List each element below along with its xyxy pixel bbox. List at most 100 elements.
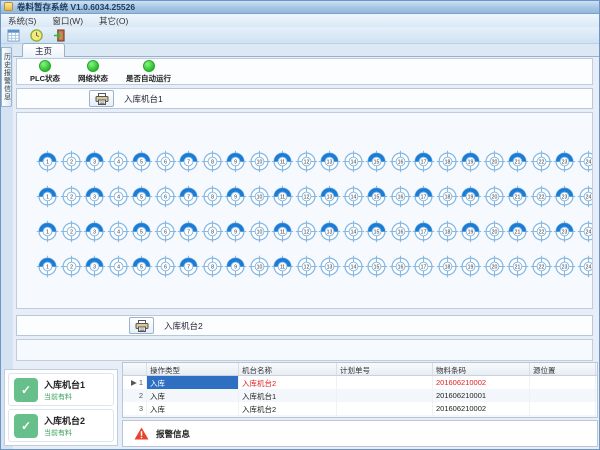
coil-slot-8[interactable]: 8 [201,185,224,208]
coil-slot-5[interactable]: 5 [130,220,153,243]
coil-slot-9[interactable]: 9 [224,150,247,173]
coil-slot-18[interactable]: 18 [436,185,459,208]
coil-slot-9[interactable]: 9 [224,185,247,208]
tab-home[interactable]: 主页 [22,43,65,57]
coil-slot-1[interactable]: 1 [36,220,59,243]
coil-slot-19[interactable]: 19 [459,185,482,208]
coil-slot-15[interactable]: 15 [365,220,388,243]
cell-r2c0[interactable]: 入库 [147,389,239,402]
coil-slot-14[interactable]: 14 [342,255,365,278]
coil-slot-20[interactable]: 20 [483,150,506,173]
coil-slot-13[interactable]: 13 [318,185,341,208]
cell-r1c1[interactable]: 入库机台2 [239,376,337,389]
coil-slot-9[interactable]: 9 [224,220,247,243]
coil-slot-1[interactable]: 1 [36,185,59,208]
coil-slot-21[interactable]: 21 [506,150,529,173]
coil-slot-16[interactable]: 16 [389,255,412,278]
coil-slot-20[interactable]: 20 [483,220,506,243]
coil-slot-15[interactable]: 15 [365,150,388,173]
coil-slot-2[interactable]: 2 [60,185,83,208]
cell-r1c4[interactable] [530,376,596,389]
coil-slot-23[interactable]: 23 [553,150,576,173]
cell-r3c4[interactable] [530,402,596,415]
coil-slot-20[interactable]: 20 [483,185,506,208]
coil-slot-21[interactable]: 21 [506,220,529,243]
coil-slot-7[interactable]: 7 [177,185,200,208]
table-row-4[interactable]: 4 [123,415,597,418]
cell-r4c4[interactable] [530,415,596,418]
coil-slot-24[interactable]: 24 [577,255,594,278]
coil-slot-8[interactable]: 8 [201,255,224,278]
coil-slot-16[interactable]: 16 [389,185,412,208]
coil-slot-7[interactable]: 7 [177,255,200,278]
cell-r4c0[interactable] [147,415,239,418]
coil-slot-23[interactable]: 23 [553,220,576,243]
coil-slot-22[interactable]: 22 [530,220,553,243]
coil-slot-18[interactable]: 18 [436,220,459,243]
coil-slot-24[interactable]: 24 [577,220,594,243]
coil-slot-19[interactable]: 19 [459,150,482,173]
column-header-4[interactable]: 源位置 [530,363,596,375]
coil-slot-6[interactable]: 6 [154,255,177,278]
cell-r3c1[interactable]: 入库机台2 [239,402,337,415]
coil-slot-6[interactable]: 6 [154,150,177,173]
coil-slot-22[interactable]: 22 [530,255,553,278]
column-header-2[interactable]: 计划单号 [337,363,433,375]
coil-slot-2[interactable]: 2 [60,255,83,278]
table-row-2[interactable]: 2入库入库机台1201606210001 [123,389,597,402]
coil-slot-13[interactable]: 13 [318,220,341,243]
coil-slot-10[interactable]: 10 [248,220,271,243]
coil-slot-13[interactable]: 13 [318,255,341,278]
coil-slot-14[interactable]: 14 [342,185,365,208]
coil-slot-14[interactable]: 14 [342,220,365,243]
coil-slot-21[interactable]: 21 [506,185,529,208]
coil-slot-15[interactable]: 15 [365,185,388,208]
cell-r1c3[interactable]: 201606210002 [433,376,530,389]
coil-slot-2[interactable]: 2 [60,220,83,243]
column-header-3[interactable]: 物料条码 [433,363,530,375]
coil-slot-13[interactable]: 13 [318,150,341,173]
coil-slot-8[interactable]: 8 [201,220,224,243]
cell-r1c2[interactable] [337,376,433,389]
coil-slot-17[interactable]: 17 [412,255,435,278]
coil-slot-18[interactable]: 18 [436,255,459,278]
coil-slot-21[interactable]: 21 [506,255,529,278]
coil-slot-12[interactable]: 12 [295,255,318,278]
menu-item-2[interactable]: 其它(O) [99,15,128,27]
column-header-1[interactable]: 机台名称 [239,363,337,375]
coil-slot-6[interactable]: 6 [154,185,177,208]
cell-r2c3[interactable]: 201606210001 [433,389,530,402]
coil-slot-17[interactable]: 17 [412,220,435,243]
coil-slot-3[interactable]: 3 [83,255,106,278]
coil-slot-18[interactable]: 18 [436,150,459,173]
coil-slot-3[interactable]: 3 [83,150,106,173]
coil-slot-4[interactable]: 4 [107,185,130,208]
coil-slot-1[interactable]: 1 [36,150,59,173]
clock-button[interactable] [28,28,44,43]
cell-r2c1[interactable]: 入库机台1 [239,389,337,402]
coil-slot-1[interactable]: 1 [36,255,59,278]
coil-slot-4[interactable]: 4 [107,220,130,243]
coil-slot-16[interactable]: 16 [389,150,412,173]
coil-slot-10[interactable]: 10 [248,255,271,278]
coil-slot-19[interactable]: 19 [459,220,482,243]
coil-slot-7[interactable]: 7 [177,150,200,173]
coil-slot-11[interactable]: 11 [271,255,294,278]
coil-slot-11[interactable]: 11 [271,220,294,243]
dock-tab-alarm-history[interactable]: 历史报警信息 [1,47,12,107]
machine2-print-button[interactable] [129,317,154,334]
coil-slot-5[interactable]: 5 [130,150,153,173]
machine1-print-button[interactable] [89,90,114,107]
cell-r2c4[interactable] [530,389,596,402]
coil-slot-9[interactable]: 9 [224,255,247,278]
machine-card-1[interactable]: ✓入库机台1当前有料 [8,373,114,406]
coil-slot-10[interactable]: 10 [248,185,271,208]
coil-slot-6[interactable]: 6 [154,220,177,243]
coil-slot-2[interactable]: 2 [60,150,83,173]
coil-slot-8[interactable]: 8 [201,150,224,173]
coil-slot-23[interactable]: 23 [553,185,576,208]
menu-item-0[interactable]: 系统(S) [8,15,36,27]
coil-slot-12[interactable]: 12 [295,150,318,173]
coil-slot-12[interactable]: 12 [295,185,318,208]
cell-r4c1[interactable] [239,415,337,418]
